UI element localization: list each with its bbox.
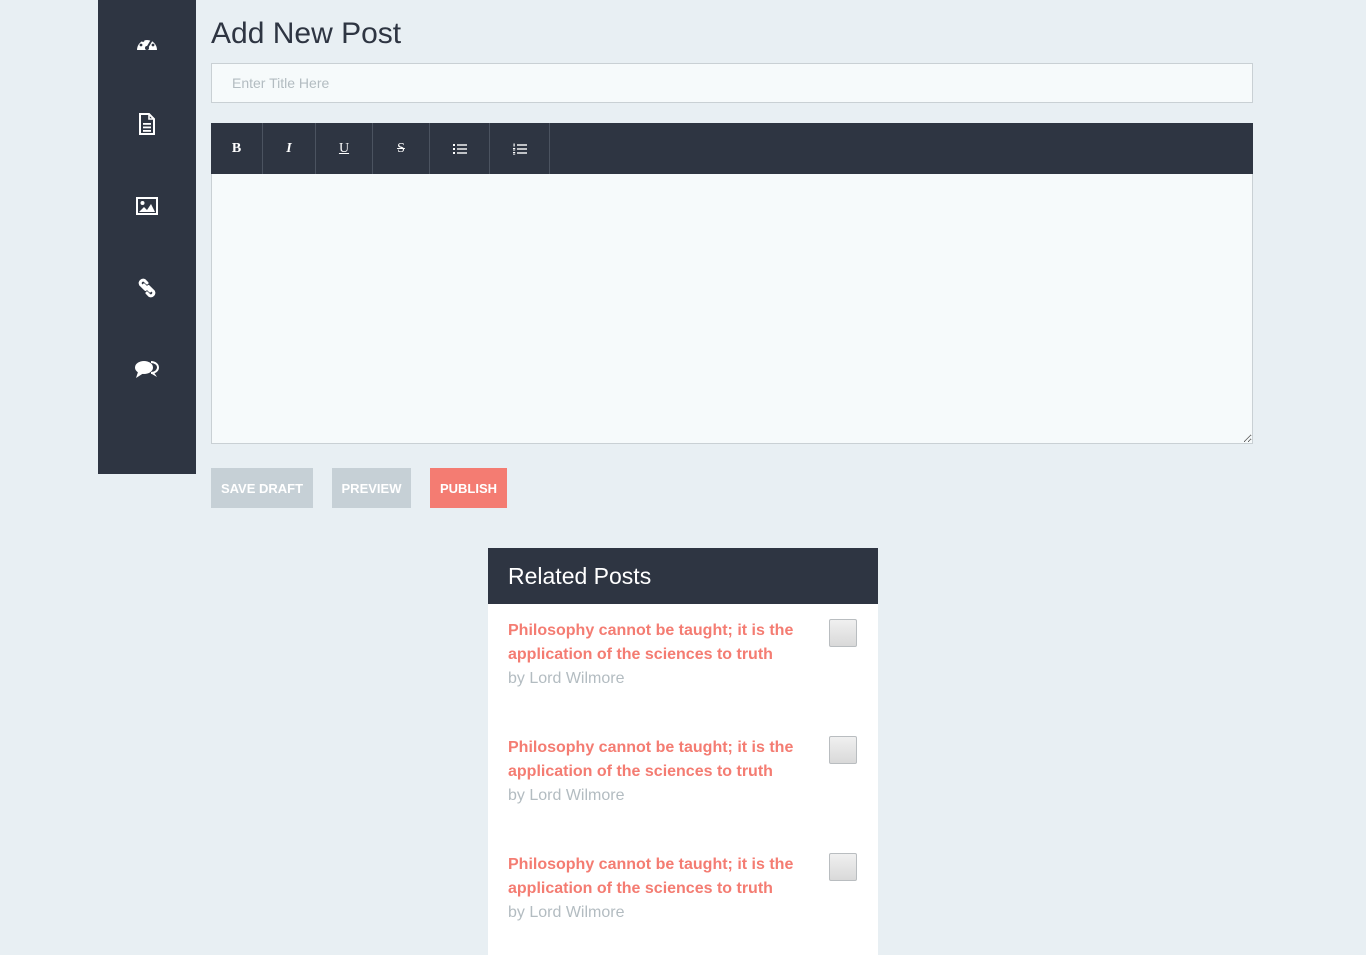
editor-toolbar: B I U S <box>211 123 1253 174</box>
numbered-list-button[interactable] <box>490 123 550 174</box>
related-post-checkbox[interactable] <box>829 619 857 647</box>
numbered-list-icon <box>512 143 527 155</box>
sidebar-item-posts[interactable] <box>98 104 196 144</box>
document-icon <box>139 113 155 135</box>
related-post-author: by Lord Wilmore <box>508 904 625 921</box>
related-posts-heading: Related Posts <box>488 548 878 604</box>
strikethrough-button[interactable]: S <box>373 123 430 174</box>
page-title: Add New Post <box>211 17 402 50</box>
bullet-list-icon <box>452 143 467 154</box>
sidebar-item-comments[interactable] <box>98 350 196 390</box>
publish-button[interactable]: Publish <box>430 468 507 508</box>
related-post-author: by Lord Wilmore <box>508 670 625 687</box>
link-icon <box>138 278 156 298</box>
related-post-checkbox[interactable] <box>829 736 857 764</box>
preview-button[interactable]: Preview <box>332 468 411 508</box>
comments-icon <box>135 361 160 378</box>
image-icon <box>136 197 158 215</box>
list-item: Philosophy cannot be taught; it is the a… <box>488 619 878 719</box>
save-draft-button[interactable]: Save Draft <box>211 468 313 508</box>
underline-button[interactable]: U <box>316 123 373 174</box>
bullet-list-button[interactable] <box>430 123 490 174</box>
list-item: Philosophy cannot be taught; it is the a… <box>488 736 878 836</box>
related-post-author: by Lord Wilmore <box>508 787 625 804</box>
post-title-input[interactable] <box>211 63 1253 103</box>
post-body-editor[interactable] <box>211 174 1253 444</box>
sidebar-item-dashboard[interactable] <box>98 23 196 63</box>
related-posts-panel: Related Posts Philosophy cannot be taugh… <box>488 548 878 955</box>
italic-button[interactable]: I <box>263 123 316 174</box>
related-post-checkbox[interactable] <box>829 853 857 881</box>
sidebar-item-media[interactable] <box>98 186 196 226</box>
related-post-title[interactable]: Philosophy cannot be taught; it is the a… <box>508 736 808 784</box>
sidebar-item-links[interactable] <box>98 268 196 308</box>
dashboard-icon <box>137 37 157 50</box>
related-post-title[interactable]: Philosophy cannot be taught; it is the a… <box>508 853 808 901</box>
related-post-title[interactable]: Philosophy cannot be taught; it is the a… <box>508 619 808 667</box>
list-item: Philosophy cannot be taught; it is the a… <box>488 853 878 953</box>
bold-button[interactable]: B <box>211 123 263 174</box>
sidebar <box>98 0 196 474</box>
